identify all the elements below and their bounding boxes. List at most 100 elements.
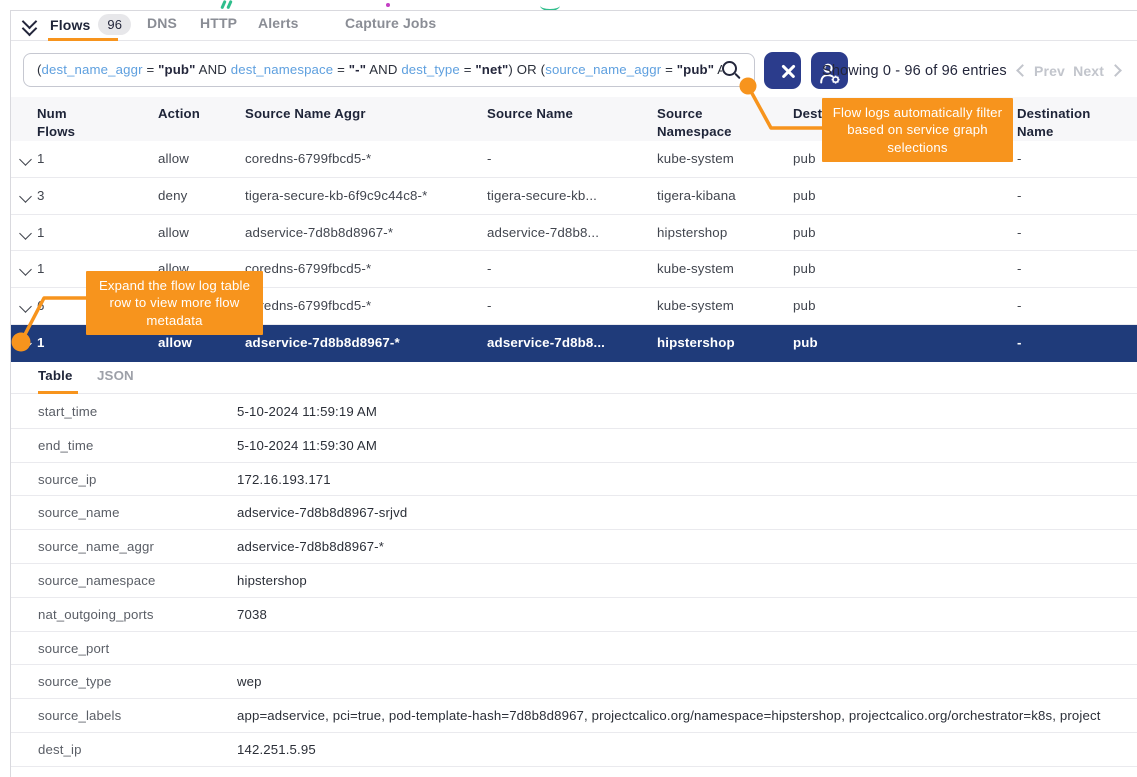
detail-row: source_type wep (10, 665, 1137, 699)
cell-source-name-aggr: adservice-7d8b8d8967-* (245, 325, 480, 361)
cell-destination-name: - (1017, 178, 1127, 214)
tab-dns[interactable]: DNS (147, 15, 177, 31)
detail-row: source_name adservice-7d8b8d8967-srjvd (10, 496, 1137, 530)
clear-filter-button[interactable] (764, 52, 801, 89)
detail-field-key: dest_ip (38, 733, 82, 766)
filter-query-text: (dest_name_aggr = "pub" AND dest_namespa… (37, 54, 722, 85)
cell-action: allow (158, 141, 238, 177)
active-tab-underline (48, 38, 118, 41)
flow-detail-table: start_time 5-10-2024 11:59:19 AM end_tim… (10, 395, 1137, 767)
expand-row-chevron-icon[interactable] (19, 264, 32, 277)
column-header-source-name-aggr[interactable]: Source Name Aggr (245, 105, 480, 123)
detail-field-key: source_name_aggr (38, 530, 154, 563)
cell-source-name: - (487, 251, 647, 287)
cell-source-name-aggr: coredns-6799fbcd5-* (245, 288, 480, 324)
detail-row: dest_ip 142.251.5.95 (10, 733, 1137, 767)
prev-button[interactable]: Prev (1018, 63, 1065, 79)
cell-source-name-aggr: adservice-7d8b8d8967-* (245, 215, 480, 251)
tab-flows-label: Flows (50, 17, 90, 33)
detail-field-value: hipstershop (237, 564, 307, 597)
expand-row-chevron-icon[interactable] (19, 227, 32, 240)
cell-source-namespace: kube-system (657, 141, 785, 177)
cell-destination-name: - (1017, 288, 1127, 324)
cell-source-name: - (487, 141, 647, 177)
column-header-destination-name[interactable]: Destination Name (1017, 105, 1112, 141)
cell-source-namespace: kube-system (657, 251, 785, 287)
detail-field-value: 5-10-2024 11:59:19 AM (237, 395, 377, 428)
graph-fragment-slash (226, 0, 232, 9)
pagination-controls: Prev Next (1018, 63, 1120, 79)
detail-row: source_namespace hipstershop (10, 564, 1137, 598)
detail-field-key: source_port (38, 632, 109, 665)
detail-tab-table[interactable]: Table (38, 368, 73, 383)
flows-count-badge: 96 (98, 14, 131, 35)
callout-expand-row-info: Expand the flow log table row to view mo… (86, 271, 263, 335)
column-header-source-name[interactable]: Source Name (487, 105, 647, 123)
flow-logs-panel: Flows 96 DNS HTTP Alerts Capture Jobs (de… (0, 0, 1137, 777)
detail-field-key: end_time (38, 429, 93, 462)
graph-fragment-dot (386, 3, 390, 7)
cell-source-namespace: tigera-kibana (657, 178, 785, 214)
expand-row-chevron-icon[interactable] (19, 300, 32, 313)
chevron-left-icon (1016, 64, 1029, 77)
cell-dest-name-aggr: pub (793, 288, 1008, 324)
next-label: Next (1073, 63, 1104, 79)
cell-source-namespace: hipstershop (657, 325, 785, 361)
detail-field-key: start_time (38, 395, 97, 428)
cell-source-name-aggr: coredns-6799fbcd5-* (245, 251, 480, 287)
search-icon[interactable] (722, 61, 737, 76)
cell-source-namespace: kube-system (657, 288, 785, 324)
chevron-right-icon (1109, 64, 1122, 77)
cell-num-flows: 1 (37, 215, 147, 251)
cell-dest-name-aggr: pub (793, 215, 1008, 251)
cell-source-name: adservice-7d8b8... (487, 215, 647, 251)
collapse-panel-icon[interactable] (22, 16, 38, 36)
x-icon (770, 53, 795, 88)
detail-field-key: source_name (38, 496, 120, 529)
cell-dest-name-aggr: pub (793, 251, 1008, 287)
cell-destination-name: - (1017, 141, 1127, 177)
tabbar-divider (10, 40, 1137, 41)
panel-left-border (10, 10, 11, 777)
detail-field-value: 7038 (237, 598, 267, 631)
cell-destination-name: - (1017, 215, 1127, 251)
cell-source-name: - (487, 288, 647, 324)
detail-active-tab-underline (38, 391, 78, 394)
panel-top-border (10, 10, 1137, 11)
tab-capture-jobs[interactable]: Capture Jobs (345, 15, 436, 31)
detail-field-value: adservice-7d8b8d8967-srjvd (237, 496, 407, 529)
tab-flows[interactable]: Flows 96 (50, 15, 131, 36)
tab-alerts[interactable]: Alerts (258, 15, 299, 31)
detail-field-value: 142.251.5.95 (237, 733, 316, 766)
detail-tab-json[interactable]: JSON (97, 368, 134, 383)
cell-destination-name: - (1017, 251, 1127, 287)
column-header-source-namespace[interactable]: Source Namespace (657, 105, 747, 141)
cell-source-namespace: hipstershop (657, 215, 785, 251)
column-header-action[interactable]: Action (158, 105, 238, 123)
cell-source-name: tigera-secure-kb... (487, 178, 647, 214)
detail-row: source_labels app=adservice, pci=true, p… (10, 699, 1137, 733)
tab-http[interactable]: HTTP (200, 15, 237, 31)
detail-row: source_ip 172.16.193.171 (10, 463, 1137, 497)
flow-table-row[interactable]: 1 allow adservice-7d8b8d8967-* adservice… (10, 215, 1137, 252)
filter-query-input[interactable]: (dest_name_aggr = "pub" AND dest_namespa… (23, 53, 755, 87)
expand-row-chevron-icon[interactable] (19, 337, 32, 350)
detail-field-value: 172.16.193.171 (237, 463, 331, 496)
detail-row: source_name_aggr adservice-7d8b8d8967-* (10, 530, 1137, 564)
callout-filter-info: Flow logs automatically filter based on … (822, 98, 1013, 162)
prev-label: Prev (1034, 63, 1065, 79)
cell-num-flows: 1 (37, 141, 147, 177)
pagination-summary: Showing 0 - 96 of 96 entries (822, 63, 1007, 79)
detail-row: source_port (10, 632, 1137, 666)
graph-fragment-slash (220, 0, 226, 9)
expand-row-chevron-icon[interactable] (19, 190, 32, 203)
cell-dest-name-aggr: pub (793, 325, 1008, 361)
detail-field-key: nat_outgoing_ports (38, 598, 154, 631)
cell-source-name-aggr: coredns-6799fbcd5-* (245, 141, 480, 177)
expand-row-chevron-icon[interactable] (19, 153, 32, 166)
detail-field-key: source_type (38, 665, 112, 698)
next-button[interactable]: Next (1073, 63, 1120, 79)
detail-field-value: wep (237, 665, 262, 698)
flow-table-row[interactable]: 3 deny tigera-secure-kb-6f9c9c44c8-* tig… (10, 178, 1137, 215)
column-header-num-flows[interactable]: Num Flows (37, 105, 97, 141)
